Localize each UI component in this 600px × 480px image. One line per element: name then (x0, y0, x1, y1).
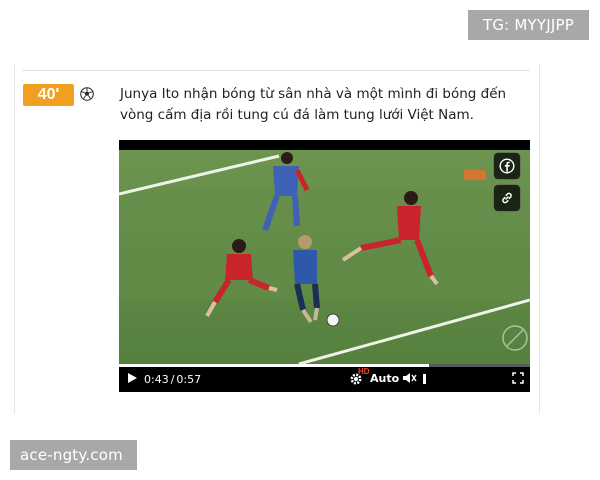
commentary-text: Junya Ito nhận bóng từ sân nhà và một mì… (120, 86, 507, 123)
minute-badge: 40' (23, 84, 74, 106)
link-icon (502, 192, 512, 204)
video-frame (119, 150, 530, 364)
copy-link-button[interactable] (493, 184, 521, 212)
facebook-icon (499, 158, 515, 174)
fullscreen-icon[interactable] (512, 372, 524, 384)
quality-selector[interactable]: Auto (370, 372, 399, 385)
volume-slider[interactable] (423, 374, 426, 384)
progress-bar[interactable] (119, 364, 530, 367)
video-controls: 0:43/0:57 HD Auto (119, 364, 530, 392)
time-display: 0:43/0:57 (144, 373, 202, 386)
hd-badge: HD (358, 367, 370, 376)
facebook-share-button[interactable] (493, 152, 521, 180)
current-time: 0:43 (144, 373, 169, 386)
video-player[interactable]: 0:43/0:57 HD Auto (119, 140, 530, 392)
soccer-ball-icon (80, 87, 94, 101)
watermark-top: TG: MYYJJPP (468, 10, 589, 40)
watermark-bottom: ace-ngty.com (10, 440, 137, 470)
broadcaster-logo (464, 170, 486, 180)
divider (22, 70, 530, 71)
duration: 0:57 (176, 373, 202, 386)
play-icon[interactable] (126, 372, 138, 384)
volume-icon[interactable] (403, 372, 417, 384)
progress-fill (119, 364, 429, 367)
